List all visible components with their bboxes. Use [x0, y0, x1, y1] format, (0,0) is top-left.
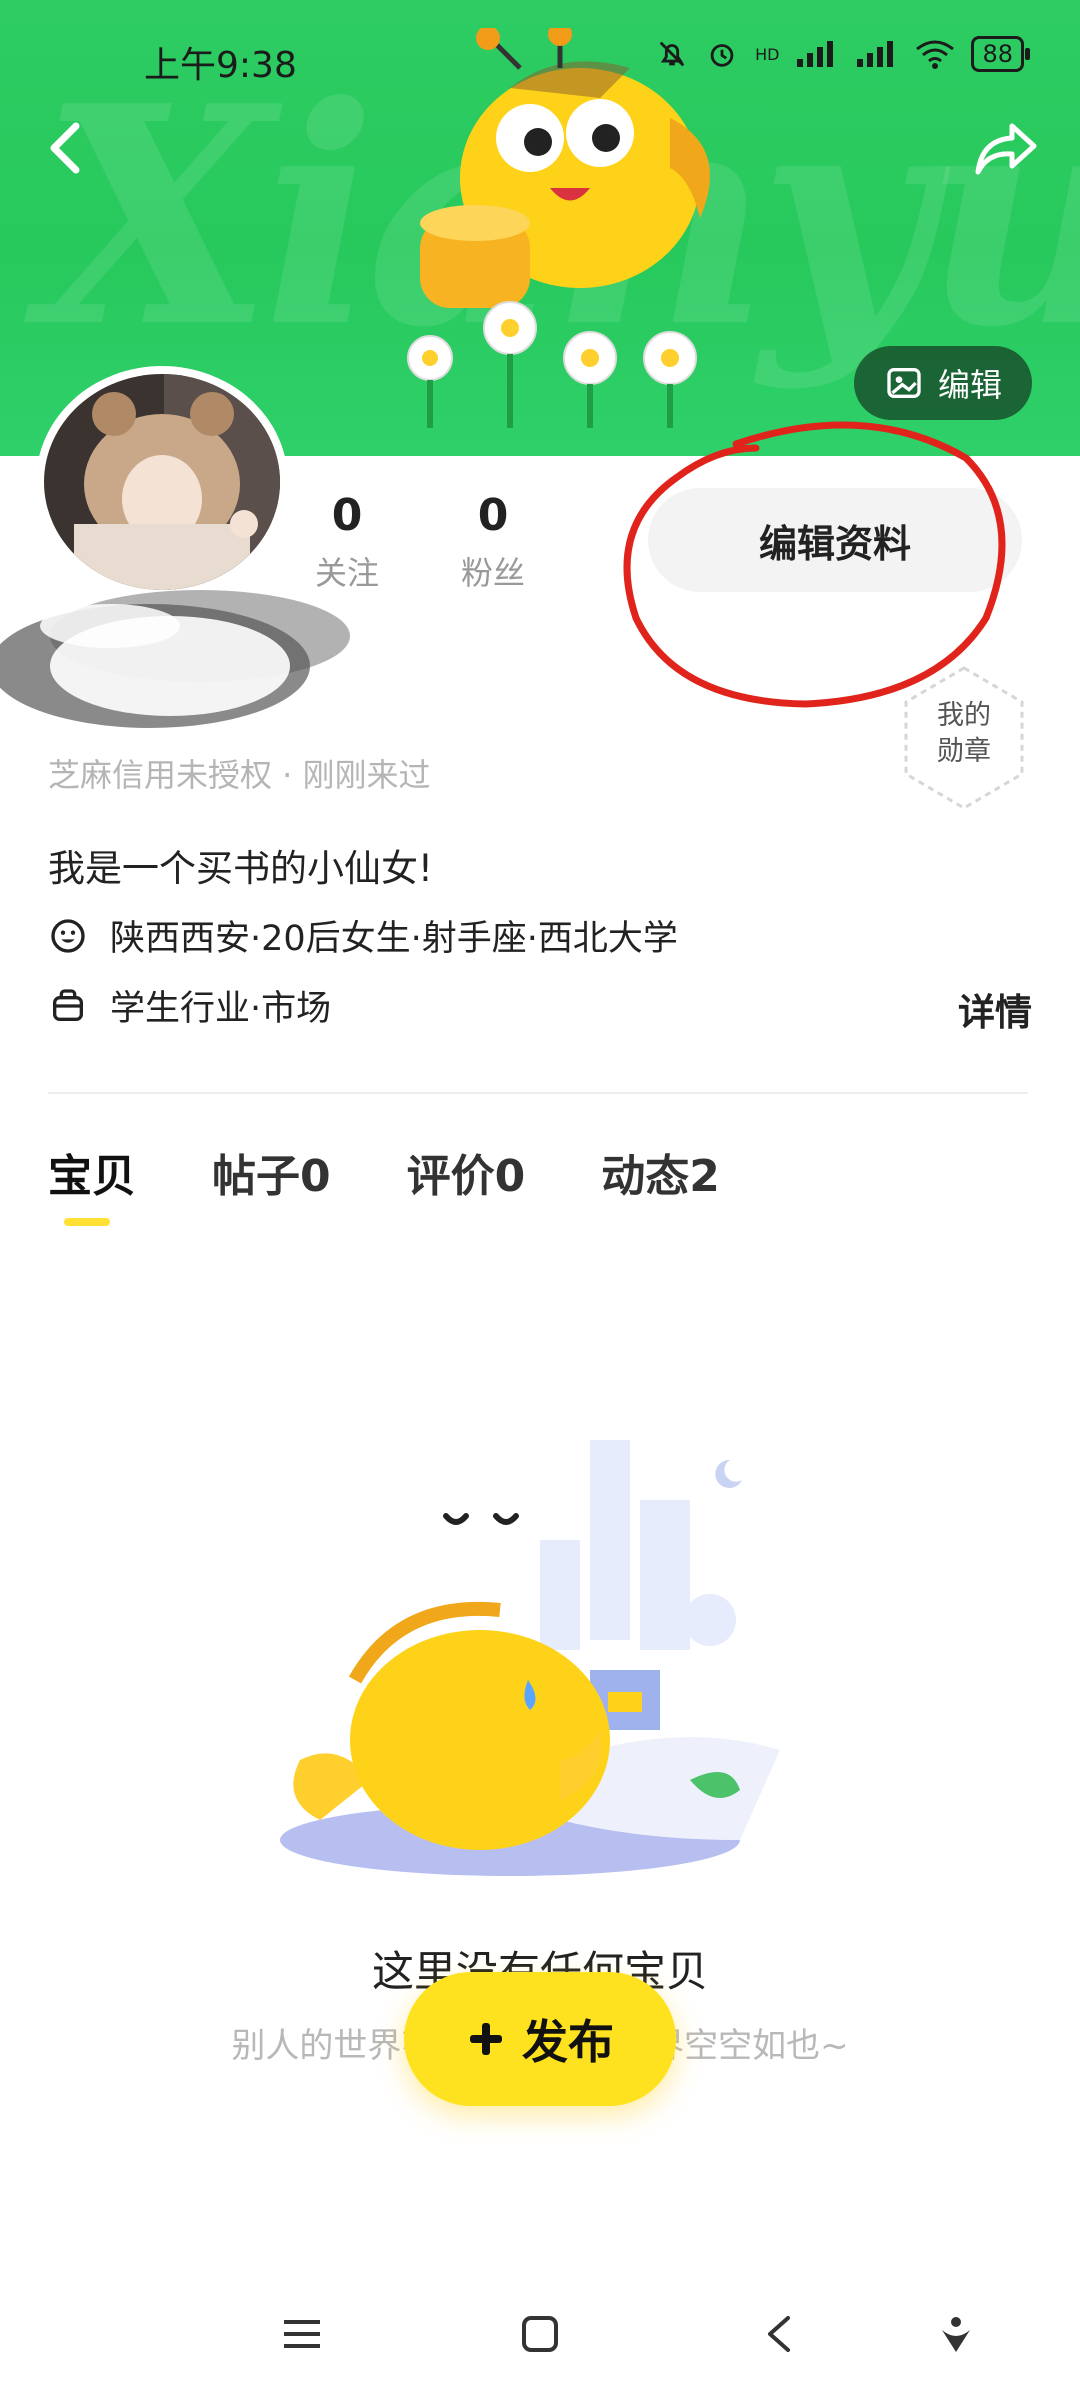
edit-profile-button[interactable]: 编辑资料 [648, 488, 1022, 592]
status-time: 上午9:38 [144, 45, 297, 86]
tab-activity[interactable]: 动态2 [601, 1140, 720, 1204]
smiley-icon [51, 918, 85, 953]
avatar[interactable] [36, 366, 288, 598]
alarm-icon [710, 44, 734, 67]
industry-info-text: 学生行业·市场 [110, 989, 332, 1029]
status-bar: 上午9:38 HD 88 [0, 0, 1080, 120]
profile-tabs: 宝贝 帖子0 评价0 动态2 [48, 1140, 720, 1204]
menu-icon[interactable] [280, 2312, 324, 2356]
redacted-nickname-scribble [0, 590, 350, 728]
share-icon[interactable] [972, 116, 1040, 180]
battery-indicator: 88 [971, 36, 1030, 72]
signal-icon [797, 41, 834, 67]
publish-label: 发布 [522, 2015, 614, 2069]
empty-state-illustration [280, 1440, 780, 1876]
personal-info-row: 陕西西安·20后女生·射手座·西北大学 [48, 910, 678, 961]
mute-bell-icon [659, 41, 685, 67]
assistant-icon[interactable] [934, 2312, 978, 2356]
tab-posts[interactable]: 帖子0 [212, 1140, 331, 1204]
image-icon [887, 368, 921, 398]
followers-count: 0 [477, 490, 509, 541]
details-link[interactable]: 详情 [958, 982, 1032, 1036]
home-square-icon[interactable] [518, 2312, 562, 2356]
badge-label-line2: 勋章 [937, 736, 991, 767]
followers-label: 粉丝 [460, 554, 525, 592]
badge-label-line1: 我的 [937, 700, 991, 731]
my-badges-button[interactable]: 我的 勋章 [900, 664, 1028, 812]
edit-cover-button[interactable]: 编辑 [854, 346, 1032, 420]
signal-icon-2 [857, 41, 894, 67]
wifi-icon [916, 40, 955, 69]
publish-button[interactable]: 发布 [404, 1972, 676, 2106]
plus-icon [470, 2023, 502, 2055]
credit-status-text: 芝麻信用未授权 · 刚刚来过 [48, 756, 431, 794]
briefcase-icon [53, 988, 83, 1021]
edit-cover-label: 编辑 [937, 366, 1002, 404]
personal-info-text: 陕西西安·20后女生·射手座·西北大学 [110, 919, 678, 959]
back-triangle-icon[interactable] [758, 2312, 802, 2356]
tab-reviews[interactable]: 评价0 [407, 1140, 526, 1204]
tab-items[interactable]: 宝贝 [48, 1140, 136, 1204]
following-count: 0 [331, 490, 363, 541]
back-arrow-icon[interactable] [40, 116, 96, 180]
active-tab-indicator [64, 1218, 110, 1226]
section-divider [48, 1092, 1028, 1094]
followers-stat[interactable]: 0 粉丝 [438, 490, 548, 594]
status-icons: HD 88 [655, 36, 1030, 72]
profile-bio: 我是一个买书的小仙女! [48, 847, 433, 890]
hd-label: HD [755, 44, 780, 64]
industry-info-row: 学生行业·市场 [48, 980, 331, 1031]
